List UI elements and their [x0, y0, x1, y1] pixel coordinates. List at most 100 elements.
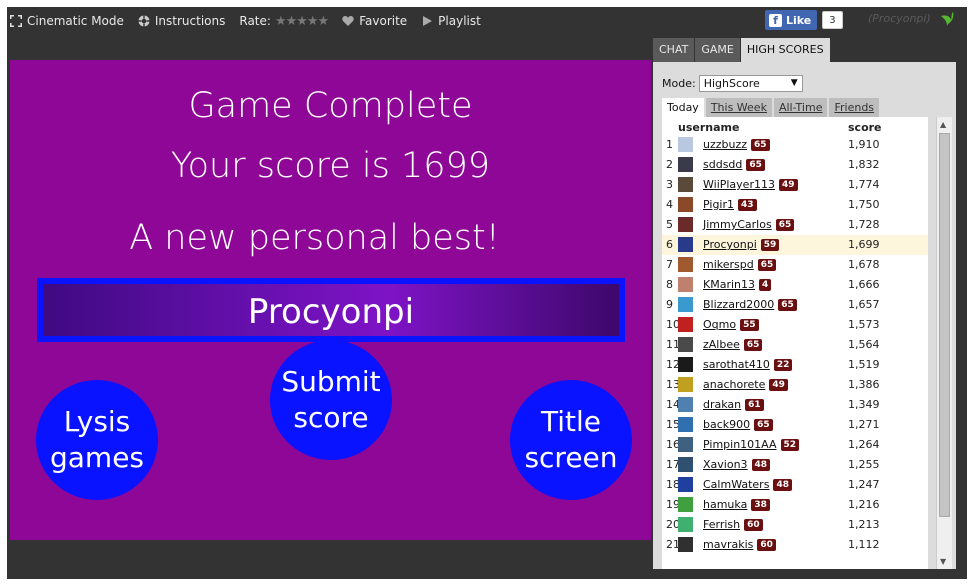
username-link[interactable]: JimmyCarlos 65: [703, 218, 795, 231]
username-link[interactable]: mavrakis 60: [703, 538, 776, 551]
cinematic-mode-button[interactable]: Cinematic Mode: [10, 14, 124, 28]
avatar[interactable]: [678, 137, 693, 152]
avatar[interactable]: [678, 417, 693, 432]
username: Oqmo: [703, 318, 737, 331]
username-link[interactable]: CalmWaters 48: [703, 478, 792, 491]
score-text: Your score is 1699: [170, 146, 491, 186]
avatar[interactable]: [678, 537, 693, 552]
avatar[interactable]: [678, 317, 693, 332]
submit-button-line-1: Submit: [281, 365, 381, 398]
rank: 1: [666, 138, 673, 151]
leaderboard-row: 4 Pigir1 43 1,750: [662, 195, 928, 215]
avatar[interactable]: [678, 197, 693, 212]
rank: 8: [666, 278, 673, 291]
tab-friends[interactable]: Friends: [829, 98, 880, 117]
username-link[interactable]: KMarin13 4: [703, 278, 772, 291]
score: 1,255: [848, 458, 880, 471]
tab-this-week[interactable]: This Week: [705, 98, 772, 117]
scroll-down-icon[interactable]: ▼: [940, 557, 946, 566]
level-badge: 38: [751, 499, 770, 511]
username: Procyonpi: [703, 238, 757, 251]
avatar[interactable]: [678, 217, 693, 232]
lysis-games-button[interactable]: Lysis games: [36, 380, 158, 500]
username-link[interactable]: Blizzard2000 65: [703, 298, 797, 311]
rate-control: Rate: ★★★★★: [239, 14, 329, 29]
current-username[interactable]: (Procyonpi): [868, 12, 931, 25]
score: 1,728: [848, 218, 880, 231]
side-panel-tabs: CHAT GAME HIGH SCORES: [653, 38, 831, 62]
avatar[interactable]: [678, 357, 693, 372]
username-link[interactable]: Oqmo 55: [703, 318, 759, 331]
leaderboard-scrollbar[interactable]: ▲ ▼: [936, 117, 952, 569]
rank: 3: [666, 178, 673, 191]
username: back900: [703, 418, 751, 431]
toolbar: Cinematic Mode Instructions Rate: ★★★★★ …: [10, 11, 495, 31]
level-badge: 55: [740, 319, 759, 331]
title-button-line-1: Title: [540, 405, 601, 438]
username-link[interactable]: zAlbee 65: [703, 338, 763, 351]
user-leaf-icon: [941, 12, 954, 26]
avatar[interactable]: [678, 477, 693, 492]
player-name: Procyonpi: [247, 292, 415, 332]
avatar[interactable]: [678, 257, 693, 272]
username: uzzbuzz: [703, 138, 748, 151]
username-link[interactable]: sddsdd 65: [703, 158, 765, 171]
tab-chat[interactable]: CHAT: [653, 38, 695, 62]
leaderboard-row: 20 Ferrish 60 1,213: [662, 515, 928, 535]
username-link[interactable]: back900 65: [703, 418, 773, 431]
username-link[interactable]: Xavion3 48: [703, 458, 771, 471]
username-link[interactable]: sarothat410 22: [703, 358, 793, 371]
avatar[interactable]: [678, 457, 693, 472]
facebook-like: f Like 3: [765, 10, 843, 30]
tab-high-scores[interactable]: HIGH SCORES: [740, 38, 830, 62]
username-link[interactable]: drakan 61: [703, 398, 764, 411]
avatar[interactable]: [678, 177, 693, 192]
leaderboard-row: 9 Blizzard2000 65 1,657: [662, 295, 928, 315]
score: 1,213: [848, 518, 880, 531]
username-link[interactable]: anachorete 49: [703, 378, 788, 391]
avatar[interactable]: [678, 277, 693, 292]
avatar[interactable]: [678, 517, 693, 532]
username-link[interactable]: mikerspd 65: [703, 258, 777, 271]
player-name-field[interactable]: Procyonpi: [37, 278, 625, 342]
score: 1,564: [848, 338, 880, 351]
avatar[interactable]: [678, 337, 693, 352]
playlist-button[interactable]: Playlist: [421, 14, 481, 28]
avatar[interactable]: [678, 157, 693, 172]
username-link[interactable]: Pigir1 43: [703, 198, 757, 211]
username: KMarin13: [703, 278, 755, 291]
favorite-button[interactable]: Favorite: [342, 14, 407, 28]
avatar[interactable]: [678, 297, 693, 312]
avatar[interactable]: [678, 397, 693, 412]
username-link[interactable]: Ferrish 60: [703, 518, 763, 531]
username-link[interactable]: Pimpin101AA 52: [703, 438, 800, 451]
rank: 6: [666, 238, 673, 251]
username-link[interactable]: hamuka 38: [703, 498, 770, 511]
avatar[interactable]: [678, 437, 693, 452]
period-tabs: Today This Week All-Time Friends: [662, 98, 881, 117]
instructions-button[interactable]: Instructions: [138, 14, 225, 28]
tab-all-time[interactable]: All-Time: [773, 98, 828, 117]
game-complete-heading: Game Complete: [188, 86, 473, 126]
facebook-like-count: 3: [822, 11, 843, 29]
username-link[interactable]: WiiPlayer113 49: [703, 178, 798, 191]
submit-score-button[interactable]: Submit score: [270, 340, 392, 460]
score: 1,666: [848, 278, 880, 291]
username-link[interactable]: uzzbuzz 65: [703, 138, 770, 151]
avatar[interactable]: [678, 377, 693, 392]
tab-today[interactable]: Today: [662, 98, 704, 117]
title-screen-button[interactable]: Title screen: [510, 380, 632, 500]
level-badge: 65: [743, 339, 763, 351]
scroll-up-icon[interactable]: ▲: [940, 120, 946, 129]
tab-game[interactable]: GAME: [695, 38, 740, 62]
avatar[interactable]: [678, 237, 693, 252]
game-canvas[interactable]: Game Complete Your score is 1699 A new p…: [10, 60, 651, 540]
username: mikerspd: [703, 258, 754, 271]
username-link[interactable]: Procyonpi 59: [703, 238, 780, 251]
rating-stars[interactable]: ★★★★★: [275, 14, 329, 29]
avatar[interactable]: [678, 497, 693, 512]
scrollbar-thumb[interactable]: [939, 133, 950, 517]
mode-select[interactable]: HighScore ▼: [698, 75, 803, 92]
facebook-like-button[interactable]: f Like: [765, 10, 818, 30]
username-column-header: username: [678, 121, 740, 134]
